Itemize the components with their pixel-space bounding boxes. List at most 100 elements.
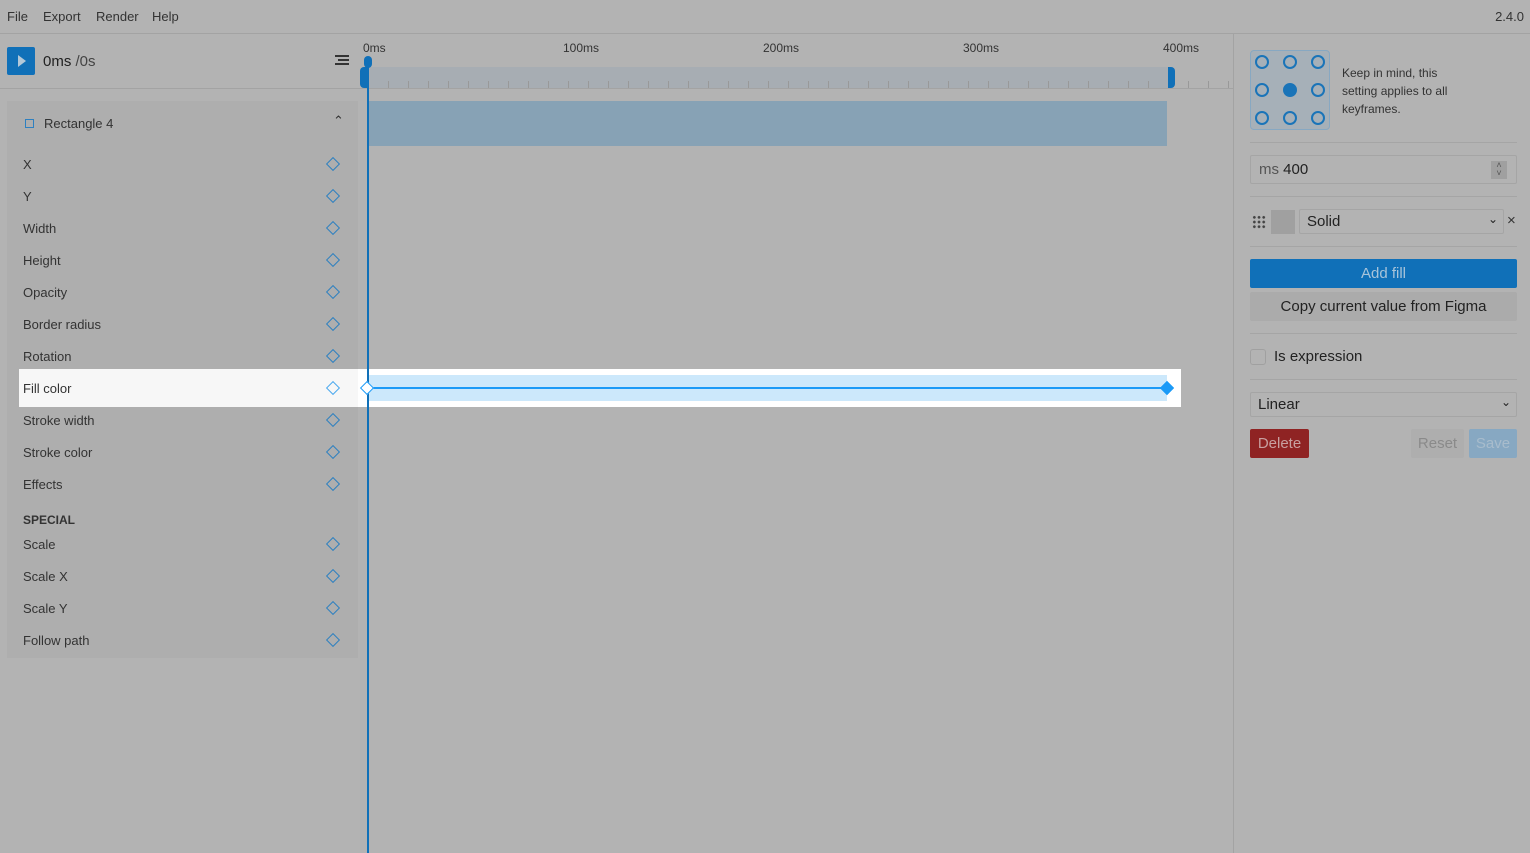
tick-mark bbox=[808, 81, 809, 88]
origin-point[interactable] bbox=[1283, 111, 1297, 125]
version-label: 2.4.0 bbox=[1495, 9, 1524, 24]
tick-mark bbox=[628, 81, 629, 88]
playhead-knob[interactable] bbox=[364, 56, 372, 68]
divider bbox=[1250, 142, 1517, 143]
stepper-icon[interactable]: ˄ ˅ bbox=[1491, 161, 1507, 179]
tick-mark bbox=[1188, 81, 1189, 88]
fill-type-select[interactable]: Solid ⌄ bbox=[1299, 209, 1504, 234]
origin-picker[interactable] bbox=[1250, 50, 1330, 130]
property-label: Height bbox=[23, 253, 61, 268]
tick-mark bbox=[1028, 81, 1029, 88]
current-time: 0ms bbox=[43, 53, 72, 70]
tick-mark bbox=[848, 81, 849, 88]
delete-button[interactable]: Delete bbox=[1250, 429, 1309, 458]
tick-label: 200ms bbox=[763, 41, 800, 55]
origin-point[interactable] bbox=[1311, 55, 1325, 69]
unit-label: ms bbox=[1259, 161, 1279, 178]
range-start-handle[interactable] bbox=[360, 67, 367, 88]
layer-duration-bar[interactable] bbox=[368, 101, 1167, 146]
origin-point[interactable] bbox=[1255, 55, 1269, 69]
property-label: Follow path bbox=[23, 633, 90, 648]
tick-label: 400ms bbox=[1163, 41, 1200, 55]
menu-file[interactable]: File bbox=[7, 9, 28, 24]
playhead[interactable] bbox=[367, 58, 369, 853]
is-expression-checkbox[interactable] bbox=[1250, 349, 1266, 365]
tick-mark bbox=[1148, 81, 1149, 88]
divider bbox=[1250, 333, 1517, 334]
remove-fill-icon[interactable]: × bbox=[1507, 212, 1516, 229]
tick-mark bbox=[608, 81, 609, 88]
tick-mark bbox=[888, 81, 889, 88]
tick-label: 100ms bbox=[563, 41, 600, 55]
easing-select[interactable]: Linear ⌄ bbox=[1250, 392, 1517, 417]
tick-mark bbox=[1108, 81, 1109, 88]
origin-note: Keep in mind, this setting applies to al… bbox=[1342, 66, 1448, 116]
drag-handle-icon[interactable] bbox=[1252, 215, 1266, 229]
property-label: Stroke width bbox=[23, 413, 95, 428]
chevron-up-icon[interactable]: ⌃ bbox=[333, 113, 344, 129]
tick-mark bbox=[928, 81, 929, 88]
tick-label: 300ms bbox=[963, 41, 1000, 55]
menu-export[interactable]: Export bbox=[43, 9, 81, 24]
divider bbox=[0, 88, 1233, 89]
reset-button[interactable]: Reset bbox=[1411, 429, 1464, 458]
property-label: Scale X bbox=[23, 569, 68, 584]
tick-mark bbox=[508, 81, 509, 88]
property-label: Fill color bbox=[23, 381, 72, 396]
tick-mark bbox=[748, 81, 749, 88]
color-swatch[interactable] bbox=[1271, 210, 1295, 234]
tick-mark bbox=[388, 81, 389, 88]
property-label: Rotation bbox=[23, 349, 72, 364]
save-button[interactable]: Save bbox=[1469, 429, 1517, 458]
origin-point[interactable] bbox=[1311, 111, 1325, 125]
add-fill-button[interactable]: Add fill bbox=[1250, 259, 1517, 288]
tick-mark bbox=[1048, 81, 1049, 88]
divider bbox=[1233, 34, 1234, 853]
chevron-down-icon: ⌄ bbox=[1487, 212, 1498, 226]
origin-point[interactable] bbox=[1283, 83, 1297, 97]
is-expression-label: Is expression bbox=[1274, 348, 1363, 365]
property-label: Stroke color bbox=[23, 445, 93, 460]
property-label: Effects bbox=[23, 477, 63, 492]
tick-mark bbox=[708, 81, 709, 88]
tick-mark bbox=[488, 81, 489, 88]
menu-help[interactable]: Help bbox=[152, 9, 179, 24]
origin-point[interactable] bbox=[1255, 111, 1269, 125]
tick-mark bbox=[1008, 81, 1009, 88]
property-label: Y bbox=[23, 189, 32, 204]
tick-mark bbox=[668, 81, 669, 88]
range-end-handle[interactable] bbox=[1168, 67, 1175, 88]
tick-mark bbox=[868, 81, 869, 88]
property-label: Scale bbox=[23, 537, 56, 552]
tick-mark bbox=[1088, 81, 1089, 88]
time-display: 0ms /0s bbox=[43, 53, 96, 70]
time-value: 400 bbox=[1283, 161, 1309, 178]
origin-point[interactable] bbox=[1283, 55, 1297, 69]
tick-mark bbox=[568, 81, 569, 88]
tick-mark bbox=[908, 81, 909, 88]
tick-mark bbox=[1228, 81, 1229, 88]
tick-mark bbox=[428, 81, 429, 88]
tick-label: 0ms bbox=[363, 41, 386, 55]
tick-mark bbox=[968, 81, 969, 88]
property-label: X bbox=[23, 157, 32, 172]
divider bbox=[1250, 379, 1517, 380]
tick-mark bbox=[768, 81, 769, 88]
origin-point[interactable] bbox=[1255, 83, 1269, 97]
tick-mark bbox=[828, 81, 829, 88]
tick-mark bbox=[988, 81, 989, 88]
section-heading: SPECIAL bbox=[23, 513, 76, 527]
play-button[interactable] bbox=[7, 47, 35, 75]
rectangle-icon bbox=[25, 119, 34, 128]
property-label: Opacity bbox=[23, 285, 68, 300]
layer-name: Rectangle 4 bbox=[44, 116, 114, 131]
copy-from-figma-button[interactable]: Copy current value from Figma bbox=[1250, 292, 1517, 321]
menu-render[interactable]: Render bbox=[96, 9, 139, 24]
tick-mark bbox=[788, 81, 789, 88]
list-menu-icon[interactable] bbox=[335, 55, 349, 67]
tick-mark bbox=[408, 81, 409, 88]
property-label: Scale Y bbox=[23, 601, 68, 616]
origin-point[interactable] bbox=[1311, 83, 1325, 97]
time-input[interactable]: ms 400 ˄ ˅ bbox=[1250, 155, 1517, 184]
tick-mark bbox=[948, 81, 949, 88]
